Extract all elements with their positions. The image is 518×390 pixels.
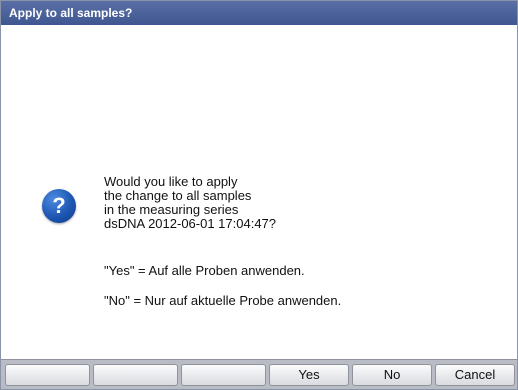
no-explanation: "No" = Nur auf aktuelle Probe anwenden. bbox=[104, 293, 342, 308]
dialog-message: Would you like to apply the change to al… bbox=[104, 175, 276, 231]
yes-button[interactable]: Yes bbox=[269, 364, 349, 386]
empty-button-1[interactable] bbox=[5, 364, 90, 386]
no-button[interactable]: No bbox=[352, 364, 432, 386]
empty-button-3[interactable] bbox=[181, 364, 266, 386]
button-bar: Yes No Cancel bbox=[1, 359, 517, 389]
dialog: Apply to all samples? ? Would you like t… bbox=[0, 0, 518, 390]
empty-button-2[interactable] bbox=[93, 364, 178, 386]
question-icon: ? bbox=[42, 189, 76, 223]
cancel-button[interactable]: Cancel bbox=[435, 364, 515, 386]
message-line: Would you like to apply bbox=[104, 174, 238, 189]
message-line: dsDNA 2012-06-01 17:04:47? bbox=[104, 216, 277, 231]
message-line: in the measuring series bbox=[104, 202, 239, 217]
yes-explanation: "Yes" = Auf alle Proben anwenden. bbox=[104, 263, 305, 278]
dialog-title: Apply to all samples? bbox=[1, 1, 517, 25]
message-line: the change to all samples bbox=[104, 188, 252, 203]
